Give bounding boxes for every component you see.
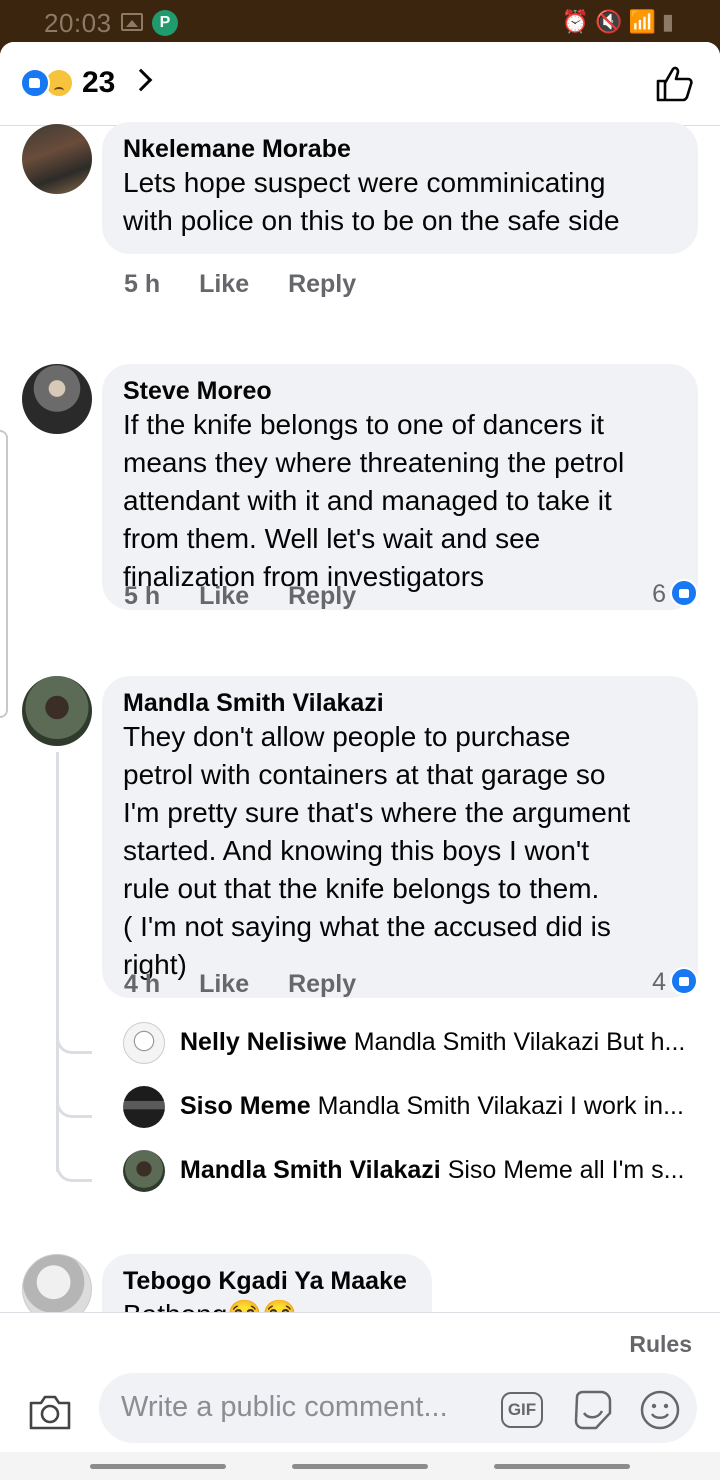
comment-text-line: with police on this to be on the safe si… (123, 205, 620, 236)
reply-item[interactable]: Siso Meme Mandla Smith Vilakazi I work i… (123, 1086, 703, 1130)
like-link[interactable]: Like (199, 582, 249, 611)
reaction-number: 4 (652, 968, 666, 996)
reply-link[interactable]: Reply (288, 582, 356, 611)
comment-actions: 4 h Like Reply (124, 970, 388, 999)
reply-text: Mandla Smith Vilakazi Siso Meme all I'm … (180, 1156, 692, 1185)
comment-actions: 5 h Like Reply (124, 270, 388, 299)
gif-icon[interactable]: GIF (501, 1392, 543, 1428)
comment-text-line: petrol with containers at that garage so (123, 759, 606, 790)
reply-snippet: Mandla Smith Vilakazi I work in... (317, 1092, 684, 1120)
comment-text-line: ( I'm not saying what the accused did is (123, 911, 611, 942)
comment-text-line: attendant with it and managed to take it (123, 485, 612, 516)
comment-time: 5 h (124, 582, 161, 610)
comments-sheet: 23 Nkelemane Morabe Lets hope suspect we… (0, 42, 720, 1480)
comment-input[interactable]: Write a public comment... GIF (99, 1373, 697, 1443)
system-navigation-bar (0, 1452, 720, 1480)
reactions-header: 23 (0, 42, 720, 126)
comment-input-placeholder: Write a public comment... (121, 1391, 448, 1423)
reaction-count: 23 (82, 66, 116, 99)
avatar[interactable] (123, 1150, 165, 1192)
like-reaction-icon (670, 967, 698, 996)
reply-snippet: Mandla Smith Vilakazi But h... (353, 1028, 686, 1056)
reaction-number: 6 (652, 580, 666, 608)
reply-snippet: Siso Meme all I'm s... (447, 1156, 685, 1184)
nav-back-button[interactable] (494, 1464, 630, 1469)
gallery-notification-icon (121, 13, 143, 31)
comment-text-line: If the knife belongs to one of dancers i… (123, 409, 604, 440)
camera-icon[interactable] (28, 1393, 72, 1431)
reply-author[interactable]: Nelly Nelisiwe (180, 1028, 347, 1056)
like-link[interactable]: Like (199, 270, 249, 299)
emoji-icon[interactable] (639, 1389, 681, 1431)
reply-text: Nelly Nelisiwe Mandla Smith Vilakazi But… (180, 1028, 692, 1057)
comment-author[interactable]: Mandla Smith Vilakazi (123, 688, 676, 718)
comment-bubble: Steve Moreo If the knife belongs to one … (102, 364, 698, 610)
scroll-edge-indicator (0, 430, 8, 718)
comment-time: 5 h (124, 270, 161, 298)
thread-branch (56, 1152, 92, 1182)
reply-item[interactable]: Nelly Nelisiwe Mandla Smith Vilakazi But… (123, 1022, 703, 1066)
system-status-icons: ⏰🔇📶▮ (561, 9, 680, 34)
app-notification-icon: P (152, 10, 178, 36)
like-link[interactable]: Like (199, 970, 249, 999)
reply-link[interactable]: Reply (288, 970, 356, 999)
comment-actions: 5 h Like Reply (124, 582, 388, 611)
comment-bubble: Nkelemane Morabe Lets hope suspect were … (102, 122, 698, 254)
like-reaction-icon (670, 579, 698, 608)
comment-author[interactable]: Tebogo Kgadi Ya Maake (123, 1266, 410, 1296)
thread-branch (56, 1088, 92, 1118)
rules-link[interactable]: Rules (629, 1331, 692, 1358)
like-reaction-icon (20, 68, 50, 98)
thread-branch (56, 1024, 92, 1054)
nav-recents-button[interactable] (90, 1464, 226, 1469)
sticker-icon[interactable] (571, 1389, 613, 1431)
avatar[interactable] (22, 364, 92, 434)
comment-author[interactable]: Steve Moreo (123, 376, 676, 406)
comment-text-line: started. And knowing this boys I won't (123, 835, 590, 866)
comment-text-line: Lets hope suspect were comminicating (123, 167, 606, 198)
comment-text-line: from them. Well let's wait and see (123, 523, 541, 554)
like-thumb-icon[interactable] (654, 64, 694, 104)
reply-author[interactable]: Siso Meme (180, 1092, 311, 1120)
reply-text: Siso Meme Mandla Smith Vilakazi I work i… (180, 1092, 692, 1121)
comment-text-line: They don't allow people to purchase (123, 721, 571, 752)
status-bar: 20:03 P ⏰🔇📶▮ (0, 0, 720, 44)
reply-item[interactable]: Mandla Smith Vilakazi Siso Meme all I'm … (123, 1150, 703, 1194)
avatar[interactable] (123, 1022, 165, 1064)
avatar[interactable] (22, 124, 92, 194)
comment-reaction-count[interactable]: 4 (652, 967, 698, 997)
avatar[interactable] (22, 676, 92, 746)
comment-bubble: Mandla Smith Vilakazi They don't allow p… (102, 676, 698, 998)
status-time: 20:03 (44, 8, 112, 38)
nav-home-button[interactable] (292, 1464, 428, 1469)
comment-text-line: I'm pretty sure that's where the argumen… (123, 797, 631, 828)
comment-time: 4 h (124, 970, 161, 998)
avatar[interactable] (123, 1086, 165, 1128)
comment-text-line: rule out that the knife belongs to them. (123, 873, 600, 904)
comment-reaction-count[interactable]: 6 (652, 579, 698, 609)
comment-author[interactable]: Nkelemane Morabe (123, 134, 676, 164)
comment-text-line: means they where threatening the petrol (123, 447, 625, 478)
chevron-right-icon (129, 68, 153, 92)
reply-author[interactable]: Mandla Smith Vilakazi (180, 1156, 441, 1184)
reply-link[interactable]: Reply (288, 270, 356, 299)
